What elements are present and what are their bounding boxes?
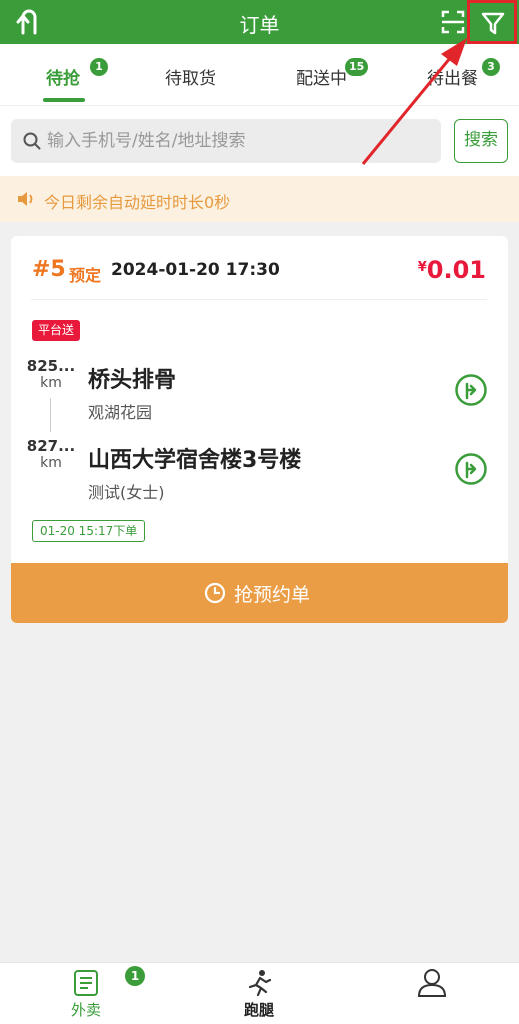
tab-delivering[interactable]: 配送中	[296, 64, 347, 89]
order-card[interactable]: #5 预定 2024-01-20 17:30 ¥0.01 平台送 825... …	[11, 236, 508, 623]
nav-errand[interactable]: 跑腿	[173, 963, 345, 1024]
filter-icon	[481, 12, 505, 35]
order-number: #5	[32, 257, 66, 282]
dropoff-distance-value: 827...	[26, 437, 76, 455]
pickup-distance-unit: km	[40, 375, 62, 391]
delivery-type-badge: 平台送	[32, 320, 81, 341]
grab-order-label: 抢预约单	[234, 584, 311, 606]
route-connector	[50, 398, 51, 432]
scan-icon	[441, 10, 465, 34]
pickup-address: 观湖花园	[88, 403, 153, 422]
dropoff-name: 山西大学宿舍楼3号楼	[88, 448, 302, 473]
tab-waiting-pickup[interactable]: 待取货	[165, 64, 216, 89]
pickup-distance: 825... km	[25, 357, 77, 391]
pickup-distance-value: 825...	[26, 357, 76, 375]
dropoff-contact: 测试(女士)	[88, 483, 165, 502]
order-placed-time: 01-20 15:17下单	[32, 520, 146, 542]
nav-profile[interactable]	[346, 963, 518, 1024]
grab-order-button[interactable]: 抢预约单	[11, 563, 508, 623]
dropoff-distance-unit: km	[40, 455, 62, 471]
bottom-nav: 外卖 跑腿	[0, 962, 519, 1024]
order-price: ¥0.01	[418, 256, 486, 284]
currency-symbol: ¥	[417, 260, 427, 275]
navigate-icon	[455, 453, 487, 485]
notice-text: 今日剩余自动延时时长0秒	[44, 193, 231, 212]
order-scheduled-time: 2024-01-20 17:30	[111, 260, 280, 280]
scan-button[interactable]	[440, 8, 466, 36]
annotation-arrow-icon	[361, 38, 467, 165]
active-tab-indicator	[43, 98, 85, 102]
clock-icon	[204, 582, 226, 604]
dropoff-navigate-button[interactable]	[454, 452, 488, 486]
speaker-icon	[18, 192, 33, 206]
dropoff-distance: 827... km	[25, 437, 77, 471]
search-icon	[23, 132, 41, 150]
nav-errand-label: 跑腿	[243, 1001, 274, 1019]
nav-badge: 1	[125, 966, 145, 986]
tab-badge: 1	[90, 58, 108, 76]
nav-takeaway[interactable]: 外卖	[0, 963, 172, 1024]
pickup-navigate-button[interactable]	[454, 373, 488, 407]
navigate-icon	[455, 374, 487, 406]
divider	[31, 299, 487, 300]
order-type-tag: 预定	[69, 266, 102, 285]
price-amount: 0.01	[426, 256, 486, 284]
user-icon	[417, 969, 447, 997]
tab-waiting-grab[interactable]: 待抢	[46, 64, 80, 89]
tab-badge: 3	[482, 58, 500, 76]
list-icon	[74, 970, 98, 996]
notice-bar: 今日剩余自动延时时长0秒	[0, 176, 519, 222]
pickup-name: 桥头排骨	[88, 368, 177, 393]
runner-icon	[248, 970, 272, 997]
nav-takeaway-label: 外卖	[70, 1001, 101, 1019]
